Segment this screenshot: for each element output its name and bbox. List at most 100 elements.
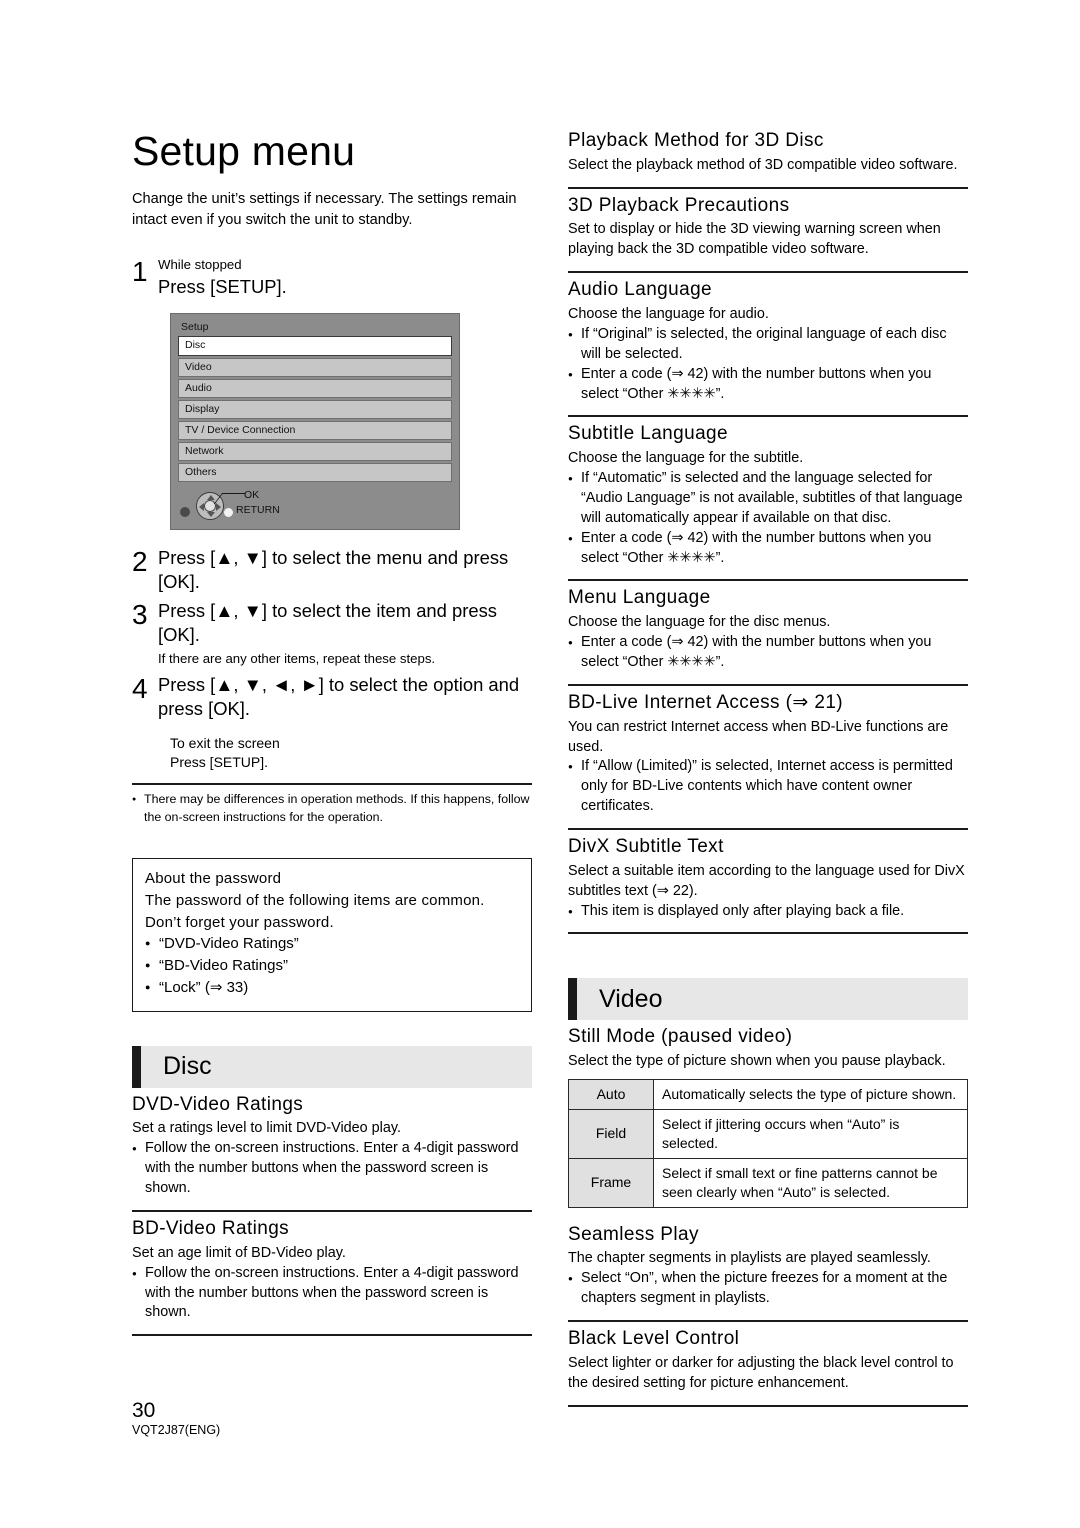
- item-bullet: If “Allow (Limited)” is selected, Intern…: [568, 757, 968, 817]
- step-3: 3 Press [▲, ▼] to select the item and pr…: [132, 599, 532, 667]
- item-description: Select a suitable item according to the …: [568, 862, 965, 899]
- password-box-item: “BD-Video Ratings”: [145, 955, 519, 977]
- exit-line-2: Press [SETUP].: [170, 754, 269, 771]
- setup-menu-item-label: Others: [185, 466, 217, 479]
- table-row: Auto Automatically selects the type of p…: [568, 1079, 968, 1111]
- divider: [568, 415, 968, 418]
- item-description: Set an age limit of BD-Video play.: [132, 1244, 346, 1261]
- step-3-body: Press [▲, ▼] to select the item and pres…: [158, 599, 532, 667]
- setting-item-bd-live-internet-access: BD-Live Internet Access (⇒ 21) You can r…: [568, 692, 968, 817]
- return-legend-label: RETURN: [236, 504, 280, 517]
- return-button-dot-icon: [180, 507, 190, 518]
- setup-menu-item-disc[interactable]: Disc: [178, 336, 452, 356]
- setting-item-bd-video-ratings: BD-Video Ratings Set an age limit of BD-…: [132, 1218, 532, 1323]
- table-row: Frame Select if small text or fine patte…: [568, 1157, 968, 1208]
- section-title-disc: Disc: [163, 1052, 212, 1081]
- divider: [568, 1320, 968, 1322]
- step-1: 1 While stopped Press [SETUP].: [132, 256, 532, 298]
- setup-menu-legend: OK RETURN: [178, 487, 452, 521]
- password-box-items: “DVD-Video Ratings” “BD-Video Ratings” “…: [145, 933, 519, 998]
- step-1-number: 1: [132, 256, 148, 288]
- item-description: The chapter segments in playlists are pl…: [568, 1250, 931, 1267]
- item-title: Menu Language: [568, 587, 711, 609]
- divider: [568, 828, 968, 831]
- item-bullet: This item is displayed only after playin…: [568, 902, 968, 922]
- item-title: BD-Video Ratings: [132, 1217, 290, 1239]
- step-2: 2 Press [▲, ▼] to select the menu and pr…: [132, 546, 532, 593]
- setup-menu-item-tv-device-connection[interactable]: TV / Device Connection: [178, 420, 452, 441]
- setting-item-still-mode: Still Mode (paused video) Select the typ…: [568, 1026, 968, 1208]
- step-3-number: 3: [132, 599, 148, 631]
- step-1-subtext: While stopped: [158, 257, 242, 273]
- divider: [568, 271, 968, 274]
- password-box-line-1: The password of the following items are …: [145, 891, 485, 909]
- setup-menu-item-audio[interactable]: Audio: [178, 378, 452, 398]
- divider: [132, 783, 532, 786]
- item-bullets: This item is displayed only after playin…: [568, 902, 968, 922]
- section-marker-icon: [568, 978, 577, 1021]
- item-bullet: Enter a code (⇒ 42) with the number butt…: [568, 529, 968, 569]
- item-bullets: If “Allow (Limited)” is selected, Intern…: [568, 757, 968, 817]
- item-bullet: If “Automatic” is selected and the langu…: [568, 469, 968, 529]
- item-description: Select lighter or darker for adjusting t…: [568, 1354, 954, 1391]
- item-title: Black Level Control: [568, 1328, 740, 1349]
- section-marker-icon: [132, 1045, 141, 1088]
- item-bullet: Select “On”, when the picture freezes fo…: [568, 1269, 968, 1309]
- item-title: Still Mode (paused video): [568, 1026, 793, 1048]
- item-title: Audio Language: [568, 279, 713, 301]
- setup-menu-item-network[interactable]: Network: [178, 442, 452, 462]
- setup-menu-item-label: Audio: [185, 381, 212, 394]
- right-column: Playback Method for 3D Disc Select the p…: [568, 130, 968, 1411]
- item-bullets: Follow the on-screen instructions. Enter…: [132, 1264, 532, 1324]
- item-description: Set to display or hide the 3D viewing wa…: [568, 221, 941, 258]
- setup-menu-item-display[interactable]: Display: [178, 399, 452, 419]
- page-title: Setup menu: [132, 128, 356, 174]
- item-description: Select the playback method of 3D compati…: [568, 156, 958, 173]
- note-item: There may be differences in operation me…: [132, 791, 532, 826]
- setting-item-black-level-control: Black Level Control Select lighter or da…: [568, 1328, 968, 1394]
- setup-menu-item-label: Video: [185, 360, 212, 373]
- item-description: Select the type of picture shown when yo…: [568, 1053, 946, 1070]
- setting-item-playback-method-for-3d-disc: Playback Method for 3D Disc Select the p…: [568, 130, 968, 176]
- table-cell-value: Select if small text or fine patterns ca…: [653, 1157, 968, 1208]
- item-title: 3D Playback Precautions: [568, 194, 790, 216]
- setting-item-seamless-play: Seamless Play The chapter segments in pl…: [568, 1224, 968, 1309]
- item-description: Set a ratings level to limit DVD-Video p…: [132, 1120, 402, 1137]
- setup-menu-item-label: Display: [185, 402, 220, 415]
- exit-instructions: To exit the screen Press [SETUP].: [170, 734, 532, 772]
- divider: [568, 579, 968, 582]
- divider: [568, 186, 968, 189]
- exit-line-1: To exit the screen: [170, 735, 280, 752]
- setting-item-subtitle-language: Subtitle Language Choose the language fo…: [568, 423, 968, 568]
- setup-menu-item-video[interactable]: Video: [178, 357, 452, 377]
- item-bullet: Follow the on-screen instructions. Enter…: [132, 1139, 532, 1199]
- item-title: DivX Subtitle Text: [568, 836, 724, 858]
- password-box-item: “DVD-Video Ratings”: [145, 933, 519, 955]
- divider: [568, 1404, 968, 1407]
- setup-menu-item-others[interactable]: Others: [178, 463, 452, 483]
- setup-menu-item-label: Disc: [185, 339, 206, 352]
- return-dot-icon: [224, 508, 233, 518]
- step-4-number: 4: [132, 673, 148, 705]
- setup-menu-item-label: TV / Device Connection: [185, 423, 296, 436]
- table-cell-key: Auto: [568, 1079, 654, 1111]
- left-column: Setup menu Change the unit’s settings if…: [132, 128, 532, 1340]
- item-title: DVD-Video Ratings: [132, 1093, 304, 1115]
- step-2-instruction: Press [▲, ▼] to select the menu and pres…: [158, 547, 509, 592]
- document-code: VQT2J87(ENG): [132, 1423, 221, 1437]
- password-box-line-2: Don’t forget your password.: [145, 913, 334, 931]
- item-bullets: If “Original” is selected, the original …: [568, 325, 968, 405]
- setup-menu-item-label: Network: [185, 445, 224, 458]
- divider: [568, 932, 968, 935]
- item-bullets: Enter a code (⇒ 42) with the number butt…: [568, 633, 968, 673]
- setting-item-menu-language: Menu Language Choose the language for th…: [568, 587, 968, 672]
- divider: [132, 1209, 532, 1212]
- page-number: 30: [132, 1398, 156, 1422]
- item-title: BD-Live Internet Access (⇒ 21): [568, 691, 844, 713]
- item-title: Seamless Play: [568, 1223, 699, 1245]
- step-3-instruction: Press [▲, ▼] to select the item and pres…: [158, 600, 497, 645]
- item-title: Playback Method for 3D Disc: [568, 130, 824, 151]
- item-bullets: If “Automatic” is selected and the langu…: [568, 469, 968, 568]
- item-description: You can restrict Internet access when BD…: [568, 718, 949, 755]
- item-bullets: Select “On”, when the picture freezes fo…: [568, 1269, 968, 1309]
